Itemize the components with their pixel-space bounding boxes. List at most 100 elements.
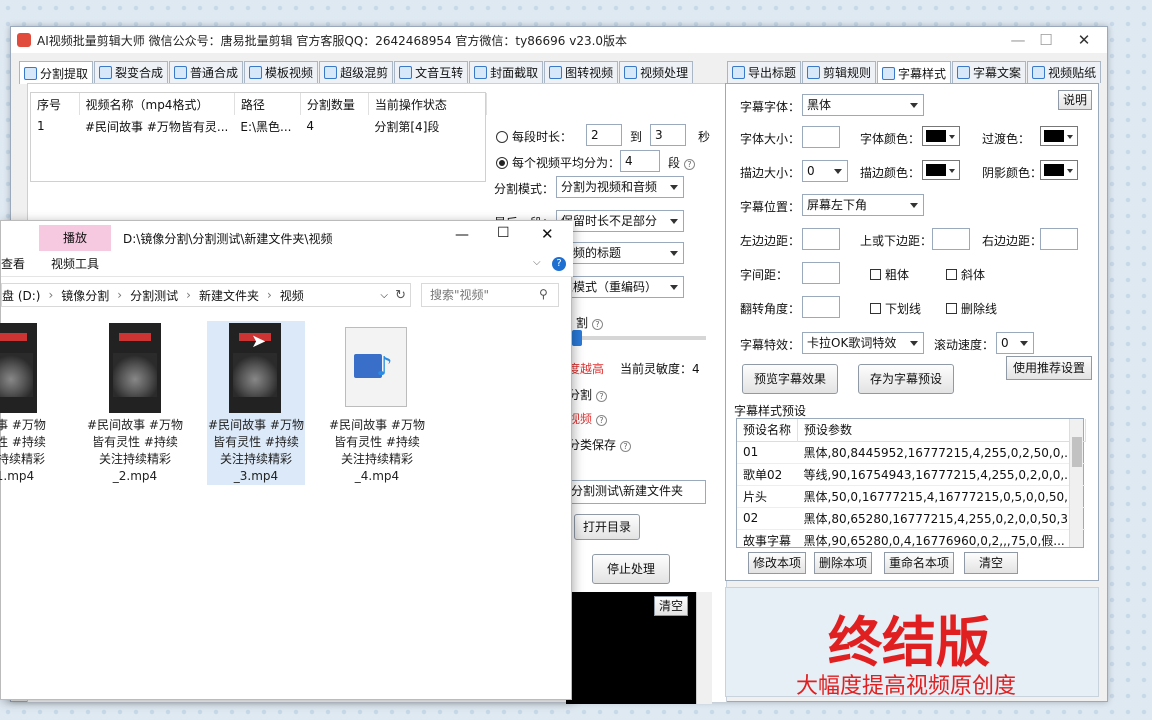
tab-fission-merge[interactable]: 裂变合成 [94, 61, 169, 83]
help-icon[interactable]: ? [620, 441, 632, 452]
maximize-button[interactable]: ☐ [1033, 30, 1059, 50]
font-size-input[interactable] [802, 126, 840, 148]
chevron-down-icon[interactable]: ⌵ [380, 290, 388, 301]
tab-subtitle-style[interactable]: 字幕样式 [877, 61, 952, 84]
breadcrumb[interactable]: 新建文件夹 [199, 287, 259, 304]
breadcrumb[interactable]: 视频 [280, 287, 304, 304]
radio-avg-split[interactable]: 每个视频平均分为： [496, 154, 620, 171]
scroll-thumb[interactable] [1072, 437, 1082, 467]
rename-preset-button[interactable]: 重命名本项 [884, 552, 954, 574]
file-table[interactable]: 序号 视频名称（mp4格式） 路径 分割数量 当前操作状态 1 #民间故事 #万… [30, 92, 488, 182]
scroll-speed-select[interactable]: 0 [996, 332, 1034, 354]
breadcrumb[interactable]: 镜像分割 [61, 287, 109, 304]
save-preset-button[interactable]: 存为字幕预设 [858, 364, 954, 394]
tab-video-sticker[interactable]: 视频贴纸 [1027, 61, 1102, 83]
explorer-maximize-button[interactable]: ☐ [497, 225, 510, 241]
stop-process-button[interactable]: 停止处理 [592, 554, 670, 584]
radio-per-duration[interactable]: 每段时长： [496, 128, 572, 145]
close-button[interactable]: ✕ [1071, 30, 1097, 50]
delete-preset-button[interactable]: 删除本项 [814, 552, 872, 574]
sensitivity-slider[interactable] [572, 330, 706, 346]
preview-subtitle-button[interactable]: 预览字幕效果 [742, 364, 838, 394]
ribbon-tab-view[interactable]: 查看 [1, 253, 25, 275]
explorer-minimize-button[interactable]: — [455, 227, 469, 243]
per-to-input[interactable]: 3 [650, 124, 686, 146]
help-icon[interactable]: ? [552, 257, 566, 271]
breadcrumb[interactable]: 盘 (D:) [2, 287, 40, 304]
explain-button[interactable]: 说明 [1058, 90, 1092, 110]
right-margin-input[interactable] [1040, 228, 1078, 250]
list-item[interactable]: 故事 #万物灵性 #持续注持续精彩 1.mp4 [0, 417, 65, 485]
help-icon[interactable]: ? [684, 159, 696, 170]
table-row[interactable]: 故事字幕 黑体,90,65280,0,4,16776960,0,2,,,75,0,… [737, 529, 1085, 551]
help-icon[interactable]: ? [592, 319, 604, 330]
avg-count-input[interactable]: 4 [620, 150, 660, 172]
list-item[interactable]: #民间故事 #万物 皆有灵性 #持续 关注持续精彩 _3.mp4 [206, 417, 306, 485]
left-margin-input[interactable] [802, 228, 840, 250]
help-icon[interactable]: ? [596, 391, 608, 402]
refresh-icon[interactable]: ↻ [395, 288, 406, 303]
tab-export-title[interactable]: 导出标题 [727, 61, 802, 83]
media-file-icon[interactable]: ♪ [345, 327, 407, 407]
font-color-picker[interactable] [922, 126, 960, 146]
option-split[interactable]: 分割? [568, 386, 608, 403]
effect-select[interactable]: 卡拉OK歌词特效 [802, 332, 924, 354]
video-thumbnail[interactable] [109, 323, 161, 413]
encode-select[interactable]: 准模式（重编码） [556, 276, 684, 298]
ribbon-tab-video-tools[interactable]: 视频工具 [39, 253, 111, 275]
output-path-input[interactable]: 分割测试\新建文件夹 [566, 480, 706, 504]
tab-edit-rules[interactable]: 剪辑规则 [802, 61, 877, 83]
table-row[interactable]: 歌单02 等线,90,16754943,16777215,4,255,0,2,0,… [737, 463, 1086, 485]
help-icon[interactable]: ? [596, 415, 608, 426]
spacing-input[interactable] [802, 262, 840, 284]
video-thumbnail[interactable] [0, 323, 37, 413]
title-select[interactable]: 视频的标题 [556, 242, 684, 264]
underline-checkbox[interactable]: 下划线 [870, 300, 921, 317]
open-directory-button[interactable]: 打开目录 [574, 514, 640, 540]
bold-checkbox[interactable]: 粗体 [870, 266, 909, 283]
table-row[interactable]: 1 #民间故事 #万物皆有灵... E:\黑色... 4 分割第[4]段 [31, 115, 487, 137]
list-item[interactable]: #民间故事 #万物 皆有灵性 #持续 关注持续精彩 _2.mp4 [85, 417, 185, 485]
table-row[interactable]: 02 黑体,80,65280,16777215,4,255,0,2,0,0,50,… [737, 507, 1086, 529]
rotate-input[interactable] [802, 296, 840, 318]
tab-image-video[interactable]: 图转视频 [544, 61, 619, 83]
tab-cover-capture[interactable]: 封面截取 [469, 61, 544, 83]
table-row[interactable]: 片头 黑体,50,0,16777215,4,16777215,0,5,0,0,50… [737, 485, 1086, 507]
minimize-button[interactable]: — [1005, 30, 1031, 50]
option-classify-save[interactable]: 分类保存? [568, 436, 632, 453]
table-row[interactable]: 01 黑体,80,8445952,16777215,4,255,0,2,50,0,… [737, 441, 1086, 463]
tab-super-mix[interactable]: 超级混剪 [319, 61, 394, 83]
explorer-close-button[interactable]: ✕ [541, 225, 554, 243]
tab-subtitle-text[interactable]: 字幕文案 [952, 61, 1027, 83]
last-segment-select[interactable]: 保留时长不足部分 [556, 210, 684, 232]
log-scrollbar[interactable] [696, 592, 712, 704]
shadow-color-picker[interactable] [1040, 160, 1078, 180]
ribbon-tab-play[interactable]: 播放 [39, 225, 111, 251]
mode-select[interactable]: 分割为视频和音频 [556, 176, 684, 198]
stroke-size-select[interactable]: 0 [802, 160, 848, 182]
option-video[interactable]: 视频? [568, 410, 608, 427]
clear-log-button[interactable]: 清空 [654, 596, 688, 616]
tab-video-process[interactable]: 视频处理 [619, 61, 694, 83]
preset-list[interactable]: 预设名称 预设参数 01 黑体,80,8445952,16777215,4,255,… [736, 418, 1086, 551]
tab-text-audio[interactable]: 文音互转 [394, 61, 469, 83]
vertical-margin-input[interactable] [932, 228, 970, 250]
italic-checkbox[interactable]: 斜体 [946, 266, 985, 283]
tab-normal-merge[interactable]: 普通合成 [169, 61, 244, 83]
use-recommended-button[interactable]: 使用推荐设置 [1006, 356, 1092, 380]
address-bar[interactable]: 盘 (D:) › 镜像分割 › 分割测试 › 新建文件夹 › 视频 ⌵ ↻ [1, 283, 411, 307]
edit-preset-button[interactable]: 修改本项 [748, 552, 806, 574]
strikethrough-checkbox[interactable]: 删除线 [946, 300, 997, 317]
transition-color-picker[interactable] [1040, 126, 1078, 146]
preset-scrollbar[interactable] [1069, 419, 1083, 547]
per-from-input[interactable]: 2 [586, 124, 622, 146]
font-select[interactable]: 黑体 [802, 94, 924, 116]
position-select[interactable]: 屏幕左下角 [802, 194, 924, 216]
clear-presets-button[interactable]: 清空 [964, 552, 1018, 574]
chevron-down-icon[interactable]: ⌵ [533, 257, 541, 268]
breadcrumb[interactable]: 分割测试 [130, 287, 178, 304]
list-item[interactable]: #民间故事 #万物 皆有灵性 #持续 关注持续精彩 _4.mp4 [327, 417, 427, 485]
slider-thumb[interactable] [572, 330, 582, 346]
log-console[interactable]: 清空 [566, 592, 696, 704]
tab-template-video[interactable]: 模板视频 [244, 61, 319, 83]
